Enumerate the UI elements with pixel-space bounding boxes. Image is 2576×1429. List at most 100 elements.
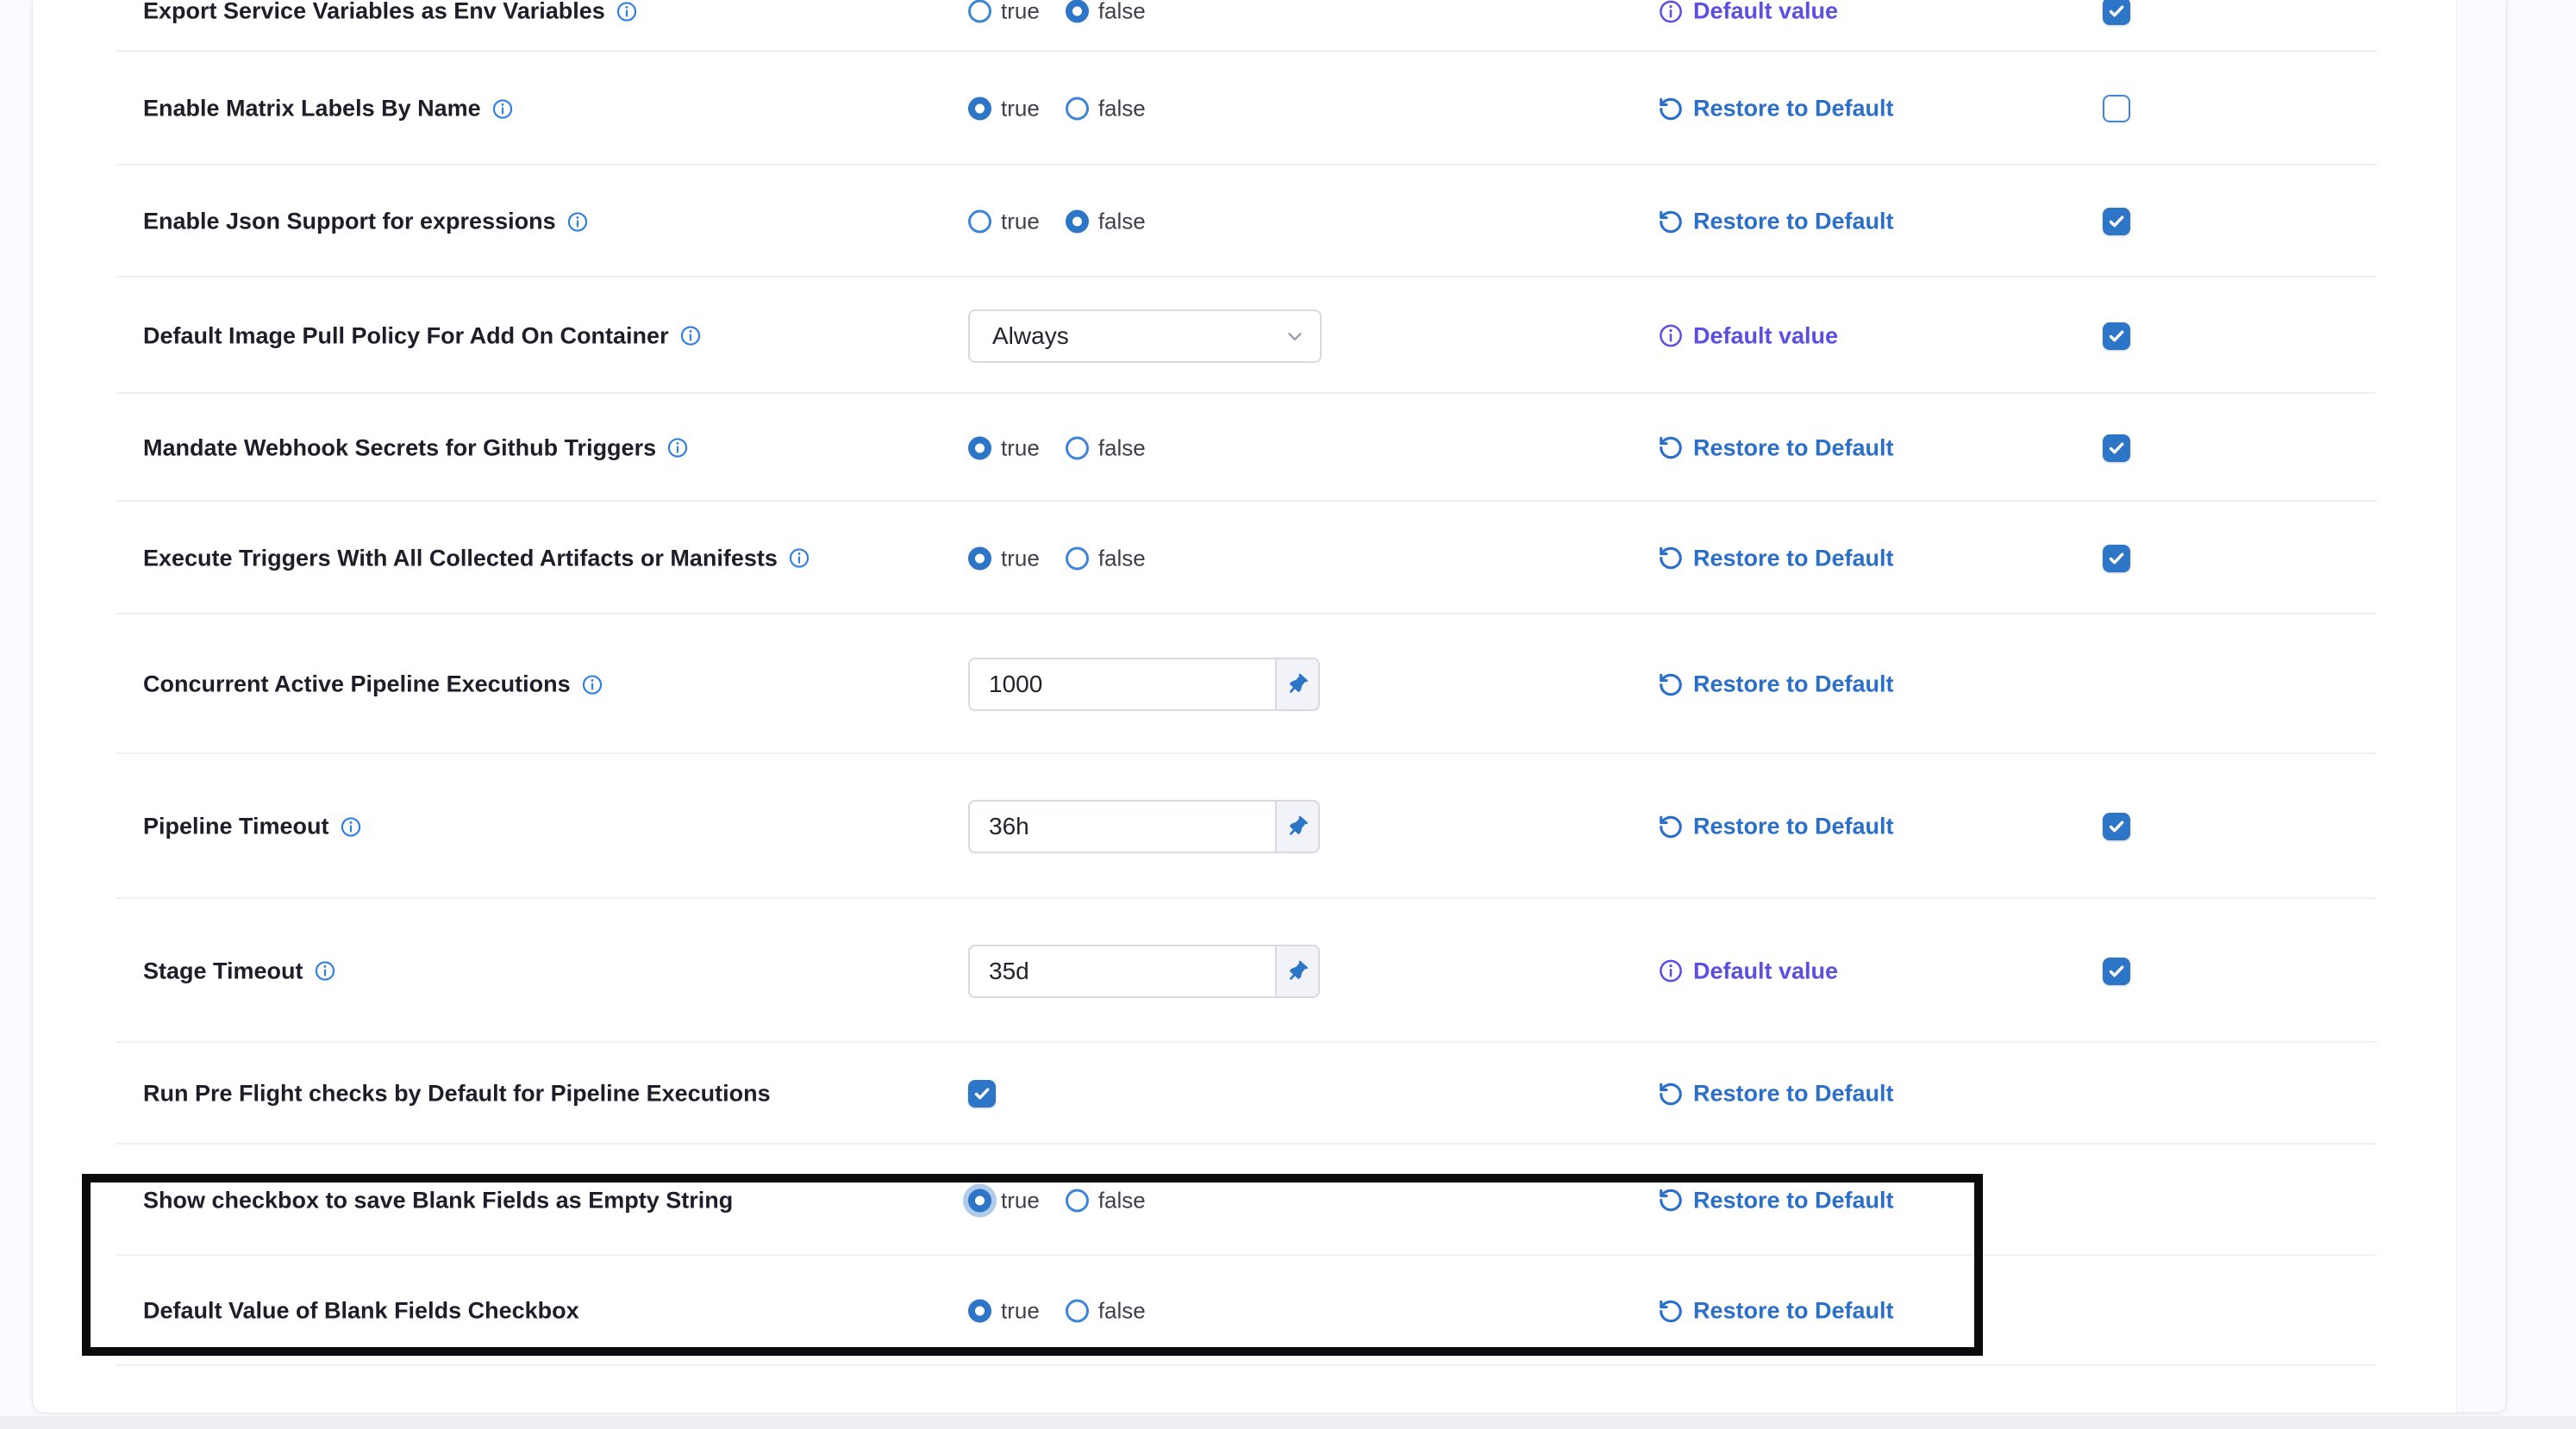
pin-icon — [1279, 952, 1316, 989]
radio-true[interactable] — [968, 546, 991, 570]
radio-true[interactable] — [968, 210, 991, 234]
override-checkbox[interactable] — [2103, 322, 2130, 350]
setting-label: Pipeline Timeout — [143, 814, 329, 840]
setting-checkbox[interactable] — [968, 1080, 996, 1108]
setting-label-cell: Concurrent Active Pipeline Executions — [143, 671, 603, 698]
restore-icon — [1658, 814, 1684, 839]
settings-row: Enable Json Support for expressionstruef… — [33, 165, 2458, 278]
restore-to-default-link[interactable]: Restore to Default — [1658, 209, 1894, 235]
override-checkbox[interactable] — [2103, 434, 2130, 462]
setting-label-cell: Execute Triggers With All Collected Arti… — [143, 545, 810, 571]
setting-value-input[interactable] — [968, 658, 1277, 711]
restore-to-default-link[interactable]: Restore to Default — [1658, 814, 1894, 840]
setting-label: Enable Json Support for expressions — [143, 209, 556, 235]
restore-to-default-link[interactable]: Restore to Default — [1658, 671, 1894, 698]
info-icon[interactable] — [616, 0, 638, 22]
setting-label: Concurrent Active Pipeline Executions — [143, 671, 571, 698]
pin-button[interactable] — [1275, 800, 1320, 853]
override-checkbox[interactable] — [2103, 0, 2130, 25]
radio-true[interactable] — [968, 97, 991, 121]
setting-control-cell: truefalse — [968, 434, 1146, 461]
radio-label-false: false — [1098, 96, 1146, 122]
setting-control-cell: true false — [968, 1298, 1146, 1325]
radio-label-true: true — [1001, 545, 1040, 571]
settings-row: Default Value of Blank Fields Checkbox tr… — [33, 1256, 2458, 1366]
restore-to-default-link[interactable]: Restore to Default — [1658, 545, 1894, 571]
radio-label-false: false — [1098, 434, 1146, 461]
select-value: Always — [992, 322, 1069, 350]
settings-row: Default Image Pull Policy For Add On Con… — [33, 278, 2458, 394]
info-icon[interactable] — [340, 815, 362, 838]
restore-to-default-link[interactable]: Restore to Default — [1658, 96, 1894, 122]
restore-icon — [1658, 1188, 1684, 1214]
default-value-indicator: Default value — [1658, 322, 1838, 349]
info-icon[interactable] — [1658, 323, 1684, 349]
restore-icon — [1658, 435, 1684, 461]
radio-false[interactable] — [1066, 1300, 1089, 1323]
radio-true[interactable] — [968, 436, 991, 459]
info-icon[interactable] — [566, 210, 589, 233]
action-label: Restore to Default — [1693, 814, 1894, 840]
radio-option-true: true — [968, 96, 1040, 122]
restore-to-default-link[interactable]: Restore to Default — [1658, 1298, 1894, 1325]
action-label: Restore to Default — [1693, 96, 1894, 122]
setting-value-input[interactable] — [968, 945, 1277, 998]
radio-false[interactable] — [1066, 1189, 1089, 1212]
info-icon[interactable] — [314, 960, 336, 983]
setting-control-cell — [968, 945, 1320, 998]
radio-false[interactable] — [1066, 546, 1089, 570]
radio-label-true: true — [1001, 0, 1040, 25]
setting-control-cell: truefalse — [968, 1187, 1146, 1214]
restore-to-default-link[interactable]: Restore to Default — [1658, 1081, 1894, 1108]
pin-button[interactable] — [1275, 658, 1320, 711]
info-icon[interactable] — [581, 673, 603, 696]
settings-row: Mandate Webhook Secrets for Github Trigg… — [33, 394, 2458, 502]
setting-label-cell: Stage Timeout — [143, 958, 336, 984]
radio-true[interactable] — [968, 1189, 991, 1212]
override-checkbox[interactable] — [2103, 545, 2130, 572]
override-checkbox-cell — [2103, 95, 2130, 122]
settings-row: Stage TimeoutDefault value — [33, 899, 2458, 1043]
scrollbar-track[interactable] — [2456, 0, 2506, 1413]
override-checkbox[interactable] — [2103, 95, 2130, 122]
setting-label-cell: Default Value of Blank Fields Checkbox — [143, 1298, 579, 1325]
settings-rows-list: Export Service Variables as Env Variable… — [33, 0, 2458, 1366]
radio-false[interactable] — [1066, 97, 1089, 121]
setting-label-cell: Enable Json Support for expressions — [143, 209, 589, 235]
override-checkbox[interactable] — [2103, 813, 2130, 840]
radio-option-false: false — [1066, 1298, 1146, 1325]
setting-control-cell — [968, 1080, 996, 1108]
radio-label-true: true — [1001, 1298, 1040, 1325]
restore-icon — [1658, 671, 1684, 697]
setting-label-cell: Pipeline Timeout — [143, 814, 362, 840]
info-icon[interactable] — [1658, 0, 1684, 24]
info-icon[interactable] — [666, 437, 689, 459]
image-pull-policy-select[interactable]: Always — [968, 309, 1322, 363]
setting-value-input[interactable] — [968, 800, 1277, 853]
radio-false[interactable] — [1066, 436, 1089, 459]
info-icon[interactable] — [491, 97, 514, 120]
override-checkbox[interactable] — [2103, 958, 2130, 985]
override-checkbox-cell — [2103, 958, 2130, 985]
setting-control-cell — [968, 800, 1320, 853]
override-checkbox[interactable] — [2103, 208, 2130, 235]
action-label: Restore to Default — [1693, 1081, 1894, 1108]
radio-false[interactable] — [1066, 210, 1089, 234]
info-icon[interactable] — [1658, 958, 1684, 984]
pin-button[interactable] — [1275, 945, 1320, 998]
settings-row: Concurrent Active Pipeline Executions Res… — [33, 615, 2458, 754]
radio-true[interactable] — [968, 1300, 991, 1323]
restore-to-default-link[interactable]: Restore to Default — [1658, 1187, 1894, 1214]
radio-label-false: false — [1098, 545, 1146, 571]
radio-true[interactable] — [968, 0, 991, 23]
setting-control-cell: true false — [968, 545, 1146, 571]
setting-label: Enable Matrix Labels By Name — [143, 96, 481, 122]
restore-to-default-link[interactable]: Restore to Default — [1658, 434, 1894, 461]
setting-label: Mandate Webhook Secrets for Github Trigg… — [143, 434, 656, 461]
info-icon[interactable] — [679, 325, 702, 347]
setting-input-group — [968, 800, 1320, 853]
setting-input-group — [968, 945, 1320, 998]
settings-row: Export Service Variables as Env Variable… — [33, 0, 2458, 52]
info-icon[interactable] — [788, 547, 810, 570]
radio-false[interactable] — [1066, 0, 1089, 23]
